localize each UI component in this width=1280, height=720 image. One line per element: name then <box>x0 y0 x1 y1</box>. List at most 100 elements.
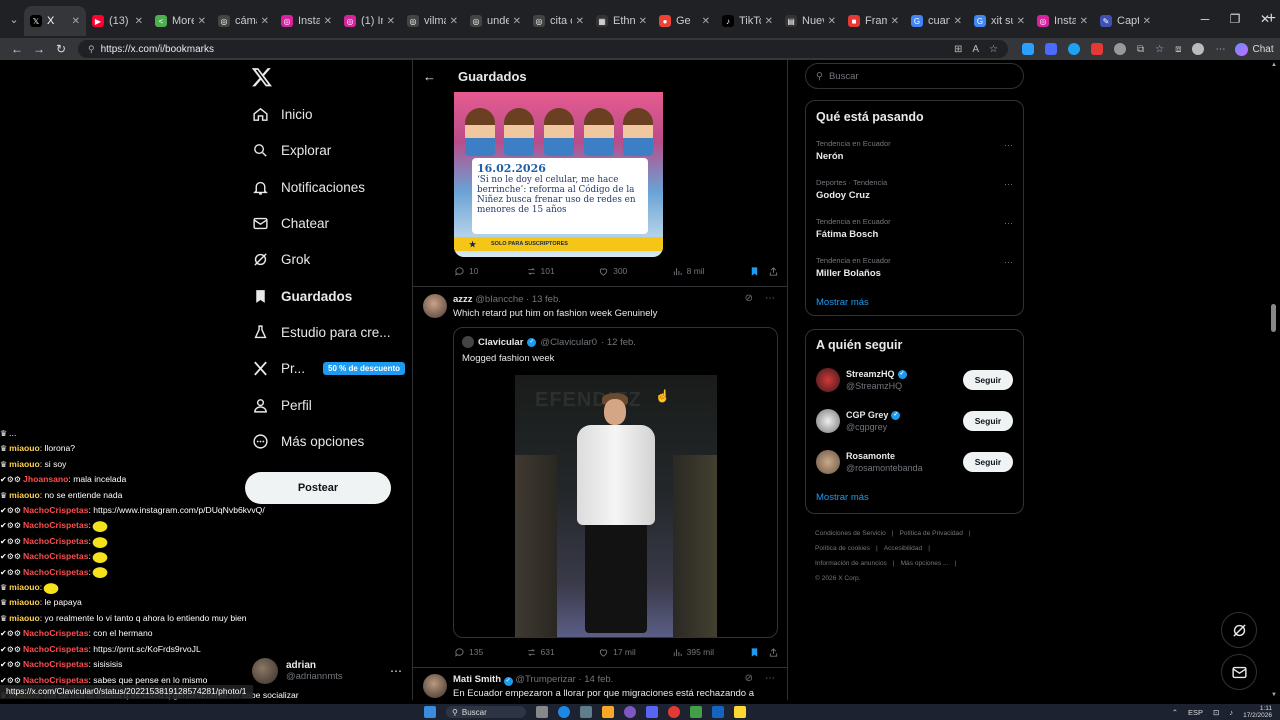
trend-name[interactable]: Nerón <box>816 151 843 162</box>
browser-tab[interactable]: ♪ TikTok ✕ <box>716 6 779 36</box>
copilot-chat-button[interactable]: Chat <box>1235 42 1274 56</box>
quote-photo[interactable]: EFENDIEZ <box>515 375 717 637</box>
author-name[interactable]: azzz <box>453 294 473 305</box>
app-icon[interactable] <box>690 706 702 718</box>
browser-tab[interactable]: ● Ge ✕ <box>653 6 716 36</box>
nav-item-explorar[interactable]: Explorar <box>252 138 331 162</box>
trend-name[interactable]: Fátima Bosch <box>816 229 878 240</box>
footer-link[interactable]: Política de cookies <box>815 545 870 552</box>
follow-show-more[interactable]: Mostrar más <box>816 492 869 503</box>
tab-close-icon[interactable]: ✕ <box>1080 16 1088 27</box>
page-scrollbar[interactable]: ▲ ▼ <box>1268 60 1280 700</box>
network-icon[interactable]: ⊡ <box>1213 708 1219 717</box>
edge-icon[interactable] <box>558 706 570 718</box>
reply-button[interactable]: 135 <box>454 647 526 658</box>
app-icon[interactable] <box>734 706 746 718</box>
scroll-thumb[interactable] <box>1271 304 1276 332</box>
extension-icon[interactable] <box>1114 43 1126 55</box>
volume-icon[interactable]: ♪ <box>1229 708 1233 717</box>
x-logo-icon[interactable] <box>251 66 273 88</box>
clock[interactable]: 1:11 17/2/2026 <box>1243 705 1272 719</box>
browser-tab[interactable]: < More/le ✕ <box>149 6 212 36</box>
reply-button[interactable]: 10 <box>454 266 526 277</box>
browser-tab[interactable]: Gxit su p ✕ <box>968 6 1031 36</box>
follow-name[interactable]: CGP Grey ✓ <box>846 410 901 420</box>
scroll-down-icon[interactable]: ▼ <box>1271 692 1277 698</box>
tab-search-icon[interactable]: ⌄ <box>4 9 24 29</box>
extension-icon[interactable] <box>1045 43 1057 55</box>
tweet-date[interactable]: · 14 feb. <box>578 674 613 685</box>
nav-item-perfil[interactable]: Perfil <box>252 393 312 417</box>
browser-tab[interactable]: ◎ Instagr ✕ <box>275 6 338 36</box>
nav-item-notificaciones[interactable]: Notificaciones <box>252 175 365 199</box>
footer-link[interactable]: Información de anuncios <box>815 560 887 567</box>
more-dots-icon[interactable]: ⋯ <box>1004 140 1013 151</box>
extension-icon[interactable] <box>1068 43 1080 55</box>
tab-close-icon[interactable]: ✕ <box>1143 16 1151 27</box>
favorites-icon[interactable]: ☆ <box>1155 44 1164 55</box>
browser-tab[interactable]: ✎ Captura ✕ <box>1094 6 1157 36</box>
tab-close-icon[interactable]: ✕ <box>135 16 143 27</box>
file-explorer-icon[interactable] <box>602 706 614 718</box>
browser-tab[interactable]: ■ Framed ✕ <box>842 6 905 36</box>
avatar[interactable] <box>423 674 447 698</box>
more-dots-icon[interactable]: ⋯ <box>765 673 775 684</box>
nav-item-guardados[interactable]: Guardados <box>252 284 352 308</box>
trend-name[interactable]: Miller Bolaños <box>816 268 881 279</box>
browser-tab[interactable]: ◎ under n ✕ <box>464 6 527 36</box>
follow-name[interactable]: Rosamonte <box>846 451 895 461</box>
browser-tab[interactable]: ◎ cámara ✕ <box>212 6 275 36</box>
author-handle[interactable]: @bIancche <box>475 294 523 305</box>
follow-button[interactable]: Seguir <box>963 370 1013 390</box>
tab-close-icon[interactable]: ✕ <box>387 16 395 27</box>
more-dots-icon[interactable]: ⋯ <box>1004 257 1013 268</box>
star-icon[interactable]: ☆ <box>989 44 998 55</box>
grok-icon[interactable]: ⊘ <box>745 293 753 304</box>
tab-close-icon[interactable]: ✕ <box>954 16 962 27</box>
profile-avatar[interactable] <box>1192 43 1205 55</box>
read-aloud-icon[interactable]: A <box>972 44 979 55</box>
tweet-date[interactable]: · 13 feb. <box>526 294 561 305</box>
views-button[interactable]: 395 mil <box>672 647 750 658</box>
more-dots-icon[interactable]: ⋯ <box>765 293 775 304</box>
tab-close-icon[interactable]: ✕ <box>72 16 80 27</box>
follow-button[interactable]: Seguir <box>963 452 1013 472</box>
back-icon[interactable]: ← <box>6 42 28 56</box>
author-name[interactable]: Mati Smith <box>453 674 501 685</box>
share-icon[interactable] <box>768 266 779 277</box>
collections-icon[interactable]: ⧈ <box>1175 44 1181 55</box>
store-icon[interactable] <box>580 706 592 718</box>
footer-link[interactable]: Más opciones ... <box>901 560 949 567</box>
tab-close-icon[interactable]: ✕ <box>450 16 458 27</box>
task-view-icon[interactable] <box>536 706 548 718</box>
avatar[interactable] <box>816 409 840 433</box>
tab-close-icon[interactable]: ✕ <box>261 16 269 27</box>
language-indicator[interactable]: ESP <box>1188 708 1203 717</box>
nav-item-inicio[interactable]: Inicio <box>252 102 313 126</box>
menu-dots-icon[interactable]: ⋯ <box>1215 44 1225 55</box>
footer-link[interactable]: Política de Privacidad <box>899 530 962 537</box>
avatar[interactable] <box>423 294 447 318</box>
url-bar[interactable]: ⚲ https://x.com/i/bookmarks ⊞ A ☆ <box>78 40 1008 58</box>
avatar[interactable] <box>816 368 840 392</box>
puzzle-icon[interactable]: ⧉ <box>1137 44 1144 55</box>
tab-close-icon[interactable]: ✕ <box>1017 16 1025 27</box>
windows-start-icon[interactable] <box>424 706 436 718</box>
grok-icon[interactable]: ⊘ <box>745 673 753 684</box>
views-button[interactable]: 8 mil <box>672 266 750 277</box>
bookmark-filled-icon[interactable] <box>749 647 760 658</box>
repost-button[interactable]: 631 <box>526 647 599 658</box>
trends-show-more[interactable]: Mostrar más <box>816 297 869 308</box>
maximize-icon[interactable]: ❐ <box>1220 12 1250 26</box>
share-icon[interactable] <box>768 647 779 658</box>
tab-close-icon[interactable]: ✕ <box>702 16 710 27</box>
tweet-image[interactable]: 16.02.2026 ‘Si no le doy el celular, me … <box>454 92 663 257</box>
follow-name[interactable]: StreamzHQ ✓ <box>846 369 907 379</box>
close-window-icon[interactable]: ✕ <box>1250 12 1280 26</box>
app-icon[interactable] <box>624 706 636 718</box>
nav-item-chatear[interactable]: Chatear <box>252 211 329 235</box>
browser-tab[interactable]: Gcuanto ✕ <box>905 6 968 36</box>
author-handle[interactable]: @Trumperizar <box>515 674 576 685</box>
search-input[interactable]: ⚲ Buscar <box>805 63 1024 89</box>
browser-tab[interactable]: ◎ (1) Inst ✕ <box>338 6 401 36</box>
